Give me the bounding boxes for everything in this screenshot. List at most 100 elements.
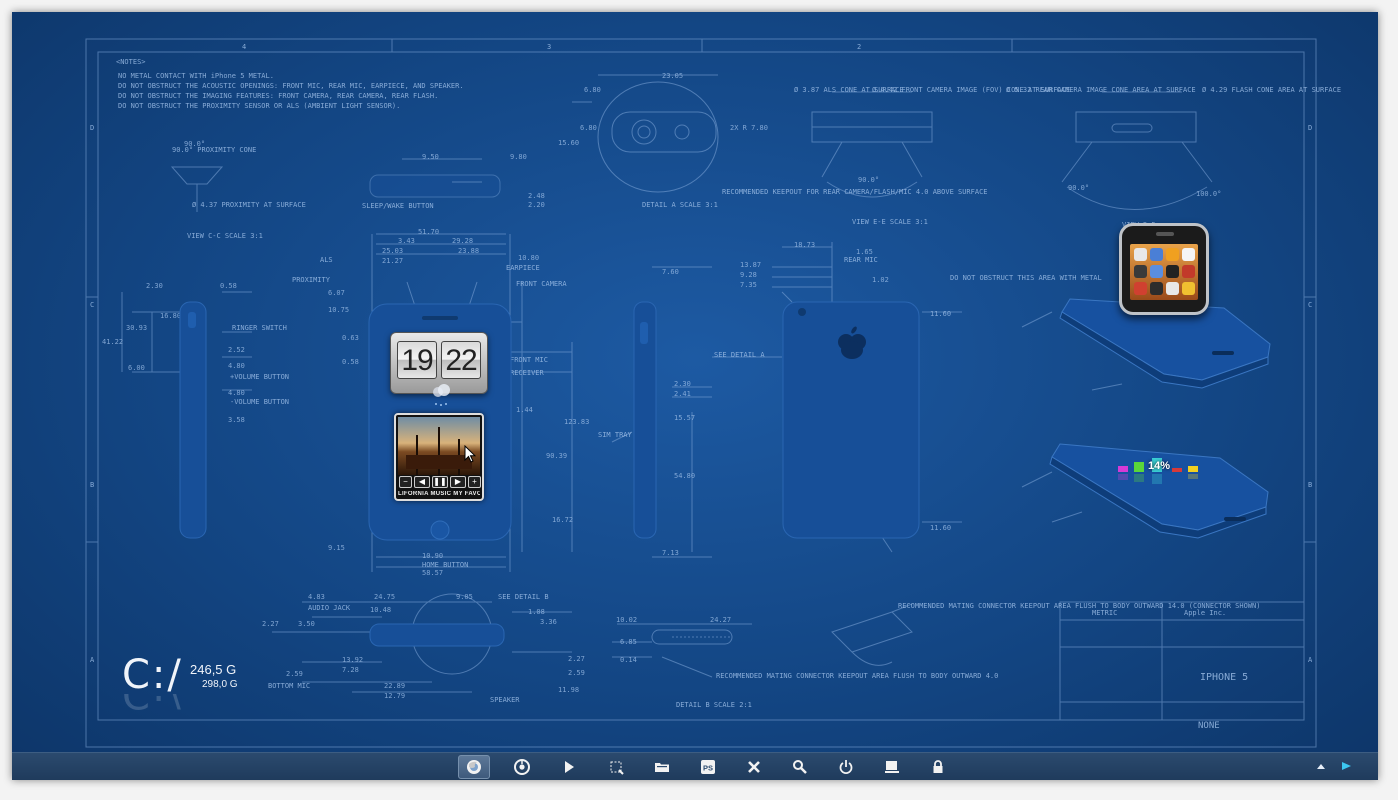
- dim-14: 23.88: [458, 247, 479, 255]
- photoshop-button[interactable]: PS: [692, 755, 724, 779]
- dim-23: 41.22: [102, 338, 123, 346]
- dim-35: 54.80: [674, 472, 695, 480]
- dim-46: 1.02: [872, 276, 889, 284]
- snipping-tool-button[interactable]: [600, 755, 632, 779]
- dim-64: 2.59: [568, 669, 585, 677]
- label-view-cc: VIEW C-C SCALE 3:1: [187, 232, 263, 240]
- dim-41: 18.73: [794, 241, 815, 249]
- cpu-bars-icon: [1118, 458, 1198, 484]
- label-view-ee: VIEW E-E SCALE 3:1: [852, 218, 928, 226]
- tray-media-icon[interactable]: [1340, 760, 1352, 772]
- dim-75: 100.0°: [1196, 190, 1221, 198]
- note-1: NO METAL CONTACT WITH iPhone 5 METAL.: [118, 72, 274, 80]
- tools-button[interactable]: [738, 755, 770, 779]
- label-bottom-mic: BOTTOM MIC: [268, 682, 310, 690]
- dim-55: 13.92: [342, 656, 363, 664]
- label-home-button: HOME BUTTON: [422, 561, 468, 569]
- tools-icon: [748, 761, 760, 773]
- volume-down-button[interactable]: −: [399, 476, 412, 488]
- computer-icon: [885, 761, 899, 773]
- dim-48: 11.60: [930, 524, 951, 532]
- clock-minutes: 22: [441, 341, 481, 379]
- dim-51: 10.48: [370, 606, 391, 614]
- photoshop-icon: PS: [701, 760, 715, 774]
- pause-icon[interactable]: ❚❚: [432, 476, 448, 488]
- label-detail-a: DETAIL A SCALE 3:1: [642, 201, 718, 209]
- dim-19: 2.30: [146, 282, 163, 290]
- dim-68: 0.14: [620, 656, 637, 664]
- zone-top-4: 4: [242, 43, 246, 51]
- label-title-company: Apple Inc.: [1184, 609, 1226, 617]
- label-volume-button: +VOLUME BUTTON: [230, 373, 289, 381]
- drive-letter: C:/: [122, 652, 183, 698]
- label-proximity: PROXIMITY: [292, 276, 331, 284]
- zone-left-b: B: [90, 481, 94, 489]
- cpu-meter-widget[interactable]: 14%: [1116, 452, 1206, 492]
- dim-58: 22.89: [384, 682, 405, 690]
- drive-letter-reflection: C:/: [122, 694, 183, 716]
- search-button[interactable]: [784, 755, 816, 779]
- firefox-button[interactable]: [458, 755, 490, 779]
- search-icon: [793, 760, 807, 774]
- dim-49: 4.83: [308, 593, 325, 601]
- dim-42: 13.87: [740, 261, 761, 269]
- drive-space-widget[interactable]: C:/ C:/ 246,5 G 298,0 G: [122, 652, 262, 732]
- dim-11: 3.43: [398, 237, 415, 245]
- phone-bottom: [369, 623, 505, 647]
- dim-61: 1.08: [528, 608, 545, 616]
- file-explorer-button[interactable]: [646, 755, 678, 779]
- dim-30: 0.58: [342, 358, 359, 366]
- note-2: DO NOT OBSTRUCT THE ACOUSTIC OPENINGS: F…: [118, 82, 464, 90]
- label-speaker: SPEAKER: [490, 696, 520, 704]
- zone-top-2: 2: [857, 43, 861, 51]
- label-proximity-surface: Ø 4.37 PROXIMITY AT SURFACE: [192, 201, 306, 209]
- label-earpiece: EARPIECE: [506, 264, 540, 272]
- blueprint-wallpaper: <NOTES> NO METAL CONTACT WITH iPhone 5 M…: [85, 38, 1341, 748]
- show-desktop-button[interactable]: [876, 755, 908, 779]
- zone-left-c: C: [90, 301, 94, 309]
- weather-icon: [433, 384, 450, 406]
- dim-26: 4.80: [228, 362, 245, 370]
- dim-17: 6.07: [328, 289, 345, 297]
- desktop: <NOTES> NO METAL CONTACT WITH iPhone 5 M…: [12, 12, 1378, 780]
- dim-44: 7.35: [740, 281, 757, 289]
- dim-31: 7.60: [662, 268, 679, 276]
- label-ringer-switch: RINGER SWITCH: [232, 324, 287, 332]
- dim-59: 12.79: [384, 692, 405, 700]
- dim-36: 16.72: [552, 516, 573, 524]
- notes-header: <NOTES>: [116, 58, 146, 66]
- lock-icon: [933, 760, 943, 773]
- tray-expand-icon[interactable]: [1316, 761, 1326, 771]
- dim-15: 21.27: [382, 257, 403, 265]
- taskbar: PS: [12, 752, 1378, 780]
- dim-6: 9.50: [422, 153, 439, 161]
- dim-43: 9.28: [740, 271, 757, 279]
- dim-54: 3.50: [298, 620, 315, 628]
- chrome-button[interactable]: [506, 755, 538, 779]
- iphone-launcher-icon[interactable]: [1119, 223, 1209, 315]
- dim-2: 6.80: [584, 86, 601, 94]
- next-track-icon[interactable]: ▶: [450, 476, 466, 488]
- zone-right-a: A: [1308, 656, 1313, 664]
- previous-track-icon[interactable]: ◀: [414, 476, 430, 488]
- zone-top-3: 3: [547, 43, 551, 51]
- dim-53: 2.27: [262, 620, 279, 628]
- zone-left-d: D: [90, 124, 94, 132]
- firefox-icon: [467, 760, 481, 774]
- dim-60: 11.98: [558, 686, 579, 694]
- label-keepout: RECOMMENDED KEEPOUT FOR REAR CAMERA/FLAS…: [722, 188, 988, 196]
- power-button[interactable]: [830, 755, 862, 779]
- label-front-camera: FRONT CAMERA: [516, 280, 567, 288]
- dim-24: 6.00: [128, 364, 145, 372]
- media-player-button[interactable]: [553, 755, 585, 779]
- volume-up-button[interactable]: +: [468, 476, 481, 488]
- dim-32: 2.30: [674, 380, 691, 388]
- dim-13: 25.03: [382, 247, 403, 255]
- dim-33: 2.41: [674, 390, 691, 398]
- dim-1: 23.05: [662, 72, 683, 80]
- lock-button[interactable]: [922, 755, 954, 779]
- label-see-detail-b: SEE DETAIL B: [498, 593, 549, 601]
- dim-4: 15.60: [558, 139, 579, 147]
- dim-66: 24.27: [710, 616, 731, 624]
- zone-right-d: D: [1308, 124, 1312, 132]
